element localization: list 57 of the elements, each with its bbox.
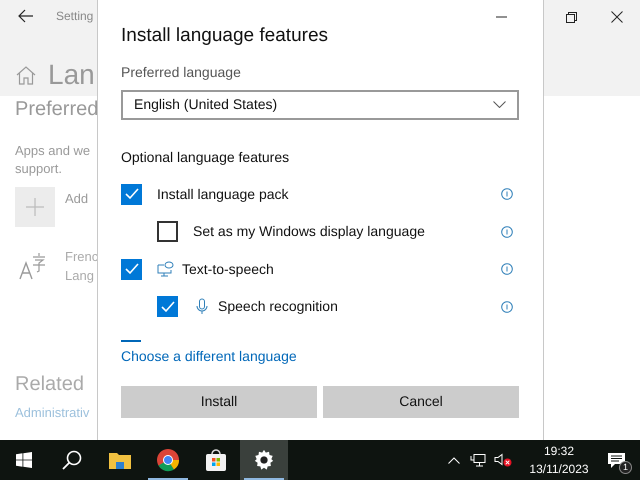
network-icon[interactable] xyxy=(470,453,486,467)
language-dropdown[interactable]: English (United States) xyxy=(121,90,519,120)
section-heading: Optional language features xyxy=(121,148,290,167)
info-icon[interactable] xyxy=(501,188,513,200)
info-icon[interactable] xyxy=(501,226,513,238)
field-label: Preferred language xyxy=(121,62,242,82)
dialog-button[interactable]: Install xyxy=(121,386,317,418)
description-text: support. xyxy=(15,160,62,178)
feature-label: Text-to-speech xyxy=(182,260,274,279)
feature-label: Install language pack xyxy=(157,184,289,204)
message-icon xyxy=(608,452,624,468)
checkmark-icon xyxy=(124,188,138,200)
home-icon[interactable] xyxy=(16,66,36,84)
page-title: Lan xyxy=(48,58,95,92)
add-tile[interactable] xyxy=(15,187,55,227)
restore-icon xyxy=(566,12,576,22)
dialog-title: Install language features xyxy=(121,24,330,48)
taskbar-app[interactable] xyxy=(240,440,288,480)
speech-monitor-icon xyxy=(157,261,174,277)
folder-icon xyxy=(108,450,132,470)
notification-count: 1 xyxy=(619,461,632,474)
browser-icon xyxy=(156,448,180,472)
checkbox[interactable] xyxy=(157,296,178,317)
windows-logo-icon xyxy=(16,452,32,468)
back-arrow-icon[interactable] xyxy=(18,9,34,23)
chevron-down-icon xyxy=(493,101,506,108)
muted-speaker-icon[interactable] xyxy=(494,453,512,467)
dialog-button[interactable]: Cancel xyxy=(323,386,519,418)
language-name: Frenc xyxy=(65,248,98,266)
feature-label: Set as my Windows display language xyxy=(193,222,425,241)
plus-icon xyxy=(26,198,44,216)
clock-time[interactable]: 19:32 xyxy=(544,442,574,460)
minimize-icon xyxy=(496,16,506,18)
running-indicator xyxy=(148,478,188,480)
settings-icon xyxy=(253,449,275,471)
language-subtitle: Lang xyxy=(65,267,94,285)
description-text: Apps and we xyxy=(15,142,90,160)
checkmark-icon xyxy=(124,263,138,275)
feature-label: Speech recognition xyxy=(218,297,338,316)
info-icon[interactable] xyxy=(501,300,513,312)
language-icon xyxy=(19,251,47,281)
related-heading: Related xyxy=(15,372,84,397)
store-bag-icon xyxy=(204,448,228,472)
clock-date[interactable]: 13/11/2023 xyxy=(529,460,589,478)
chevron-up-icon[interactable] xyxy=(448,456,460,464)
microphone-icon xyxy=(196,298,208,315)
checkbox[interactable] xyxy=(157,221,178,242)
search-icon xyxy=(62,450,82,470)
breadcrumb: Setting xyxy=(56,8,94,25)
checkbox[interactable] xyxy=(121,184,142,204)
close-icon xyxy=(611,11,623,23)
section-heading: Preferred xyxy=(15,97,98,122)
choose-language-link[interactable]: Choose a different language xyxy=(121,346,297,366)
checkmark-icon xyxy=(160,300,174,312)
checkbox[interactable] xyxy=(121,258,142,280)
info-icon[interactable] xyxy=(501,263,513,275)
running-indicator xyxy=(244,478,284,480)
